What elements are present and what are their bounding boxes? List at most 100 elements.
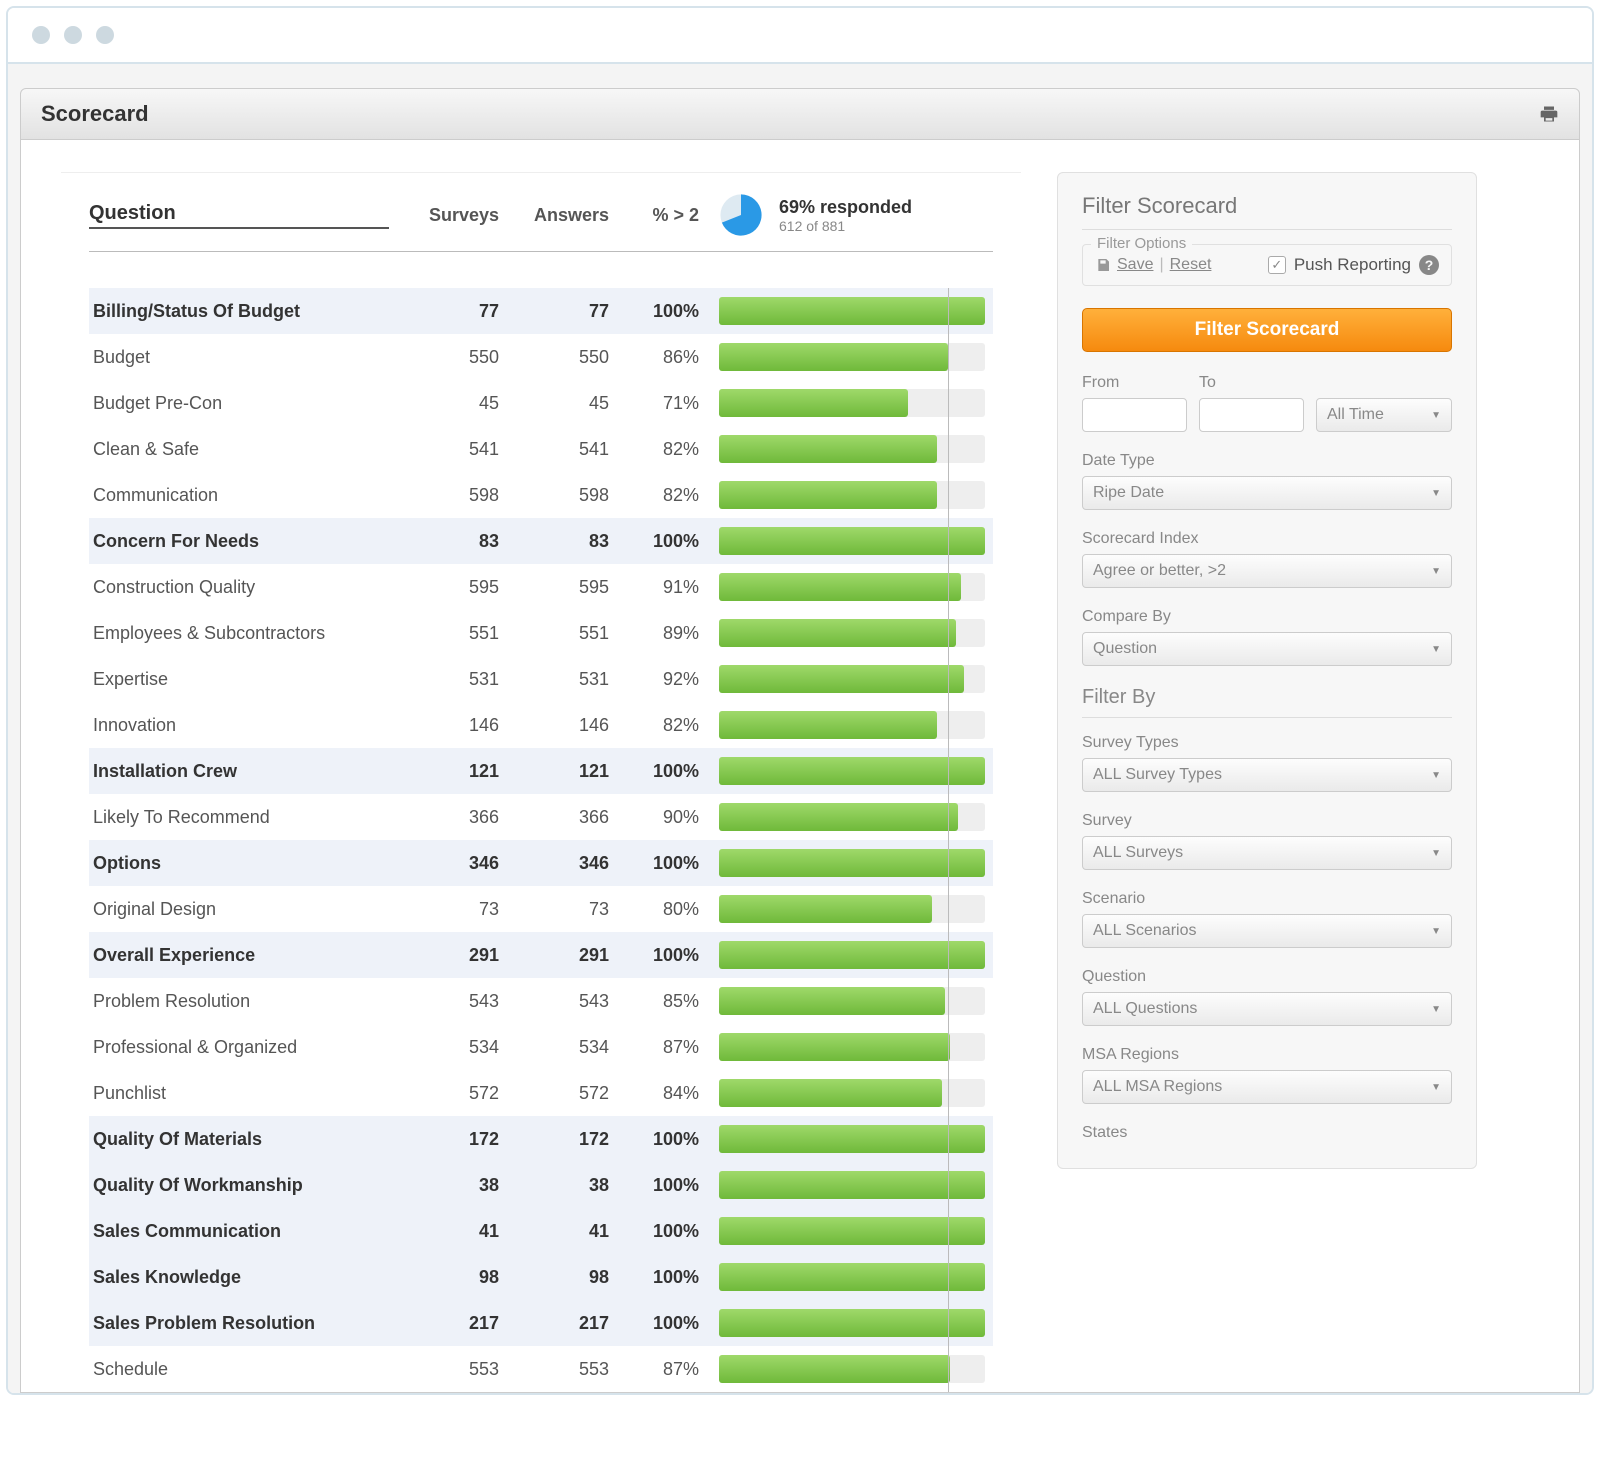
filter-scorecard-button[interactable]: Filter Scorecard (1082, 308, 1452, 352)
cell-surveys: 531 (389, 669, 499, 690)
date-type-select[interactable]: Ripe Date▼ (1082, 476, 1452, 510)
cell-bar (699, 1309, 993, 1337)
cell-question: Options (89, 853, 389, 874)
cell-question: Sales Knowledge (89, 1267, 389, 1288)
cell-surveys: 146 (389, 715, 499, 736)
cell-answers: 217 (499, 1313, 609, 1334)
table-row[interactable]: Employees & Subcontractors55155189% (89, 610, 993, 656)
scorecard-index-select[interactable]: Agree or better, >2▼ (1082, 554, 1452, 588)
scenario-label: Scenario (1082, 890, 1452, 908)
help-icon[interactable]: ? (1419, 255, 1439, 275)
table-row[interactable]: Overall Experience291291100% (89, 932, 993, 978)
cell-answers: 551 (499, 623, 609, 644)
cell-answers: 83 (499, 531, 609, 552)
table-row[interactable]: Punchlist57257284% (89, 1070, 993, 1116)
table-row[interactable]: Concern For Needs8383100% (89, 518, 993, 564)
msa-select[interactable]: ALL MSA Regions▼ (1082, 1070, 1452, 1104)
from-input[interactable] (1082, 398, 1187, 432)
save-link[interactable]: Save (1117, 256, 1153, 274)
push-reporting-checkbox[interactable]: ✓ (1268, 256, 1286, 274)
table-row[interactable]: Expertise53153192% (89, 656, 993, 702)
survey-types-label: Survey Types (1082, 734, 1452, 752)
to-input[interactable] (1199, 398, 1304, 432)
cell-surveys: 550 (389, 347, 499, 368)
browser-tab-bar (8, 8, 1592, 64)
cell-pct: 100% (609, 1221, 699, 1242)
table-row[interactable]: Installation Crew121121100% (89, 748, 993, 794)
cell-bar (699, 1263, 993, 1291)
table-row[interactable]: Innovation14614682% (89, 702, 993, 748)
col-question-header[interactable]: Question (89, 202, 389, 229)
cell-surveys: 534 (389, 1037, 499, 1058)
cell-question: Punchlist (89, 1083, 389, 1104)
cell-bar (699, 343, 993, 371)
table-row[interactable]: Sales Problem Resolution217217100% (89, 1300, 993, 1346)
cell-question: Installation Crew (89, 761, 389, 782)
states-label: States (1082, 1124, 1452, 1142)
cell-bar (699, 803, 993, 831)
survey-label: Survey (1082, 812, 1452, 830)
print-icon[interactable] (1539, 104, 1559, 124)
compare-by-select[interactable]: Question▼ (1082, 632, 1452, 666)
table-row[interactable]: Sales Communication4141100% (89, 1208, 993, 1254)
cell-pct: 100% (609, 531, 699, 552)
table-row[interactable]: Likely To Recommend36636690% (89, 794, 993, 840)
col-answers-header[interactable]: Answers (499, 205, 609, 226)
cell-question: Professional & Organized (89, 1037, 389, 1058)
cell-question: Quality Of Materials (89, 1129, 389, 1150)
cell-pct: 100% (609, 761, 699, 782)
table-row[interactable]: Communication59859882% (89, 472, 993, 518)
msa-label: MSA Regions (1082, 1046, 1452, 1064)
compare-by-label: Compare By (1082, 608, 1452, 626)
cell-surveys: 541 (389, 439, 499, 460)
cell-answers: 550 (499, 347, 609, 368)
cell-answers: 553 (499, 1359, 609, 1380)
cell-surveys: 291 (389, 945, 499, 966)
cell-surveys: 45 (389, 393, 499, 414)
responded-donut-icon (717, 191, 765, 239)
date-type-label: Date Type (1082, 452, 1452, 470)
sidebar-title: Filter Scorecard (1082, 193, 1452, 230)
survey-types-select[interactable]: ALL Survey Types▼ (1082, 758, 1452, 792)
cell-pct: 86% (609, 347, 699, 368)
cell-bar (699, 389, 993, 417)
col-pct-header[interactable]: % > 2 (609, 205, 699, 226)
cell-question: Construction Quality (89, 577, 389, 598)
cell-bar (699, 1033, 993, 1061)
cell-question: Billing/Status Of Budget (89, 301, 389, 322)
cell-pct: 87% (609, 1359, 699, 1380)
scenario-select[interactable]: ALL Scenarios▼ (1082, 914, 1452, 948)
cell-pct: 80% (609, 899, 699, 920)
table-row[interactable]: Professional & Organized53453487% (89, 1024, 993, 1070)
cell-surveys: 121 (389, 761, 499, 782)
cell-answers: 38 (499, 1175, 609, 1196)
col-surveys-header[interactable]: Surveys (389, 205, 499, 226)
survey-select[interactable]: ALL Surveys▼ (1082, 836, 1452, 870)
responded-pct: 69% responded (779, 197, 912, 218)
table-row[interactable]: Quality Of Materials172172100% (89, 1116, 993, 1162)
table-row[interactable]: Quality Of Workmanship3838100% (89, 1162, 993, 1208)
cell-pct: 82% (609, 485, 699, 506)
table-row[interactable]: Schedule55355387% (89, 1346, 993, 1392)
cell-answers: 572 (499, 1083, 609, 1104)
reset-link[interactable]: Reset (1170, 256, 1212, 274)
cell-answers: 77 (499, 301, 609, 322)
table-row[interactable]: Options346346100% (89, 840, 993, 886)
responded-sub: 612 of 881 (779, 218, 912, 234)
table-row[interactable]: Problem Resolution54354385% (89, 978, 993, 1024)
table-row[interactable]: Construction Quality59559591% (89, 564, 993, 610)
avg-line (948, 288, 949, 1392)
page-title: Scorecard (41, 101, 149, 127)
cell-pct: 82% (609, 715, 699, 736)
cell-question: Employees & Subcontractors (89, 623, 389, 644)
table-row[interactable]: Budget Pre-Con454571% (89, 380, 993, 426)
filter-sidebar: Filter Scorecard Filter Options Save | R… (1057, 172, 1477, 1169)
table-row[interactable]: Original Design737380% (89, 886, 993, 932)
table-row[interactable]: Billing/Status Of Budget7777100% (89, 288, 993, 334)
question-select[interactable]: ALL Questions▼ (1082, 992, 1452, 1026)
table-row[interactable]: Clean & Safe54154182% (89, 426, 993, 472)
time-range-select[interactable]: All Time▼ (1316, 398, 1452, 432)
table-row[interactable]: Budget55055086% (89, 334, 993, 380)
table-row[interactable]: Sales Knowledge9898100% (89, 1254, 993, 1300)
cell-bar (699, 481, 993, 509)
